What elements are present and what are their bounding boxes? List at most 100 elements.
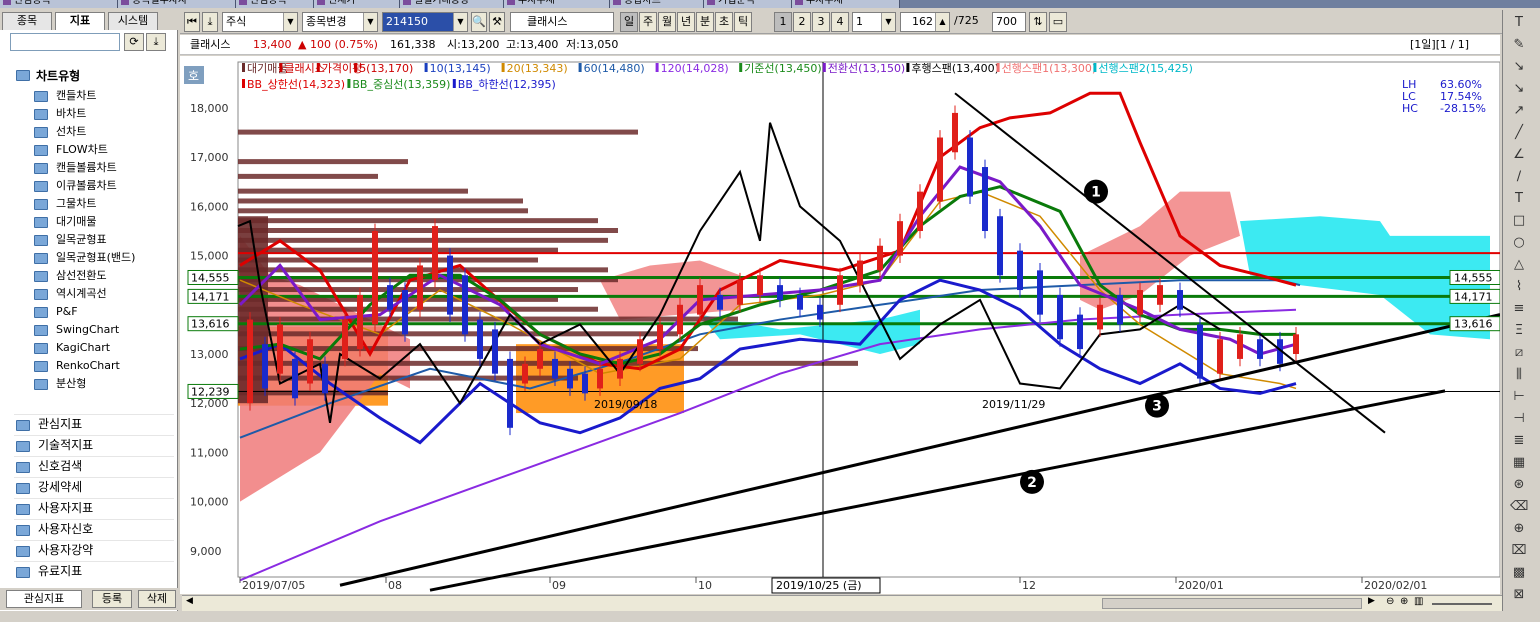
indicator-category[interactable]: 유료지표 [14, 561, 174, 580]
horizontal-scrollbar[interactable]: ◀ ▶ ⊖ ⊕ ▥ [182, 595, 1502, 611]
fibonacci-icon[interactable]: ⌇ [1510, 278, 1528, 296]
fan-icon[interactable]: ⊢ [1510, 388, 1528, 406]
search-icon[interactable]: 🔍 [471, 12, 487, 32]
chart-type-item[interactable]: SwingChart [34, 321, 119, 339]
indicator-category[interactable]: 사용자지표 [14, 498, 174, 517]
gann-icon[interactable]: Ξ [1510, 322, 1528, 340]
zoom-slider[interactable] [1432, 603, 1492, 605]
stock-code-input[interactable]: 214150 ▼ [382, 12, 468, 32]
line-icon[interactable]: ↗ [1510, 102, 1528, 120]
chart-type-item[interactable]: 삼선전환도 [34, 267, 107, 285]
triangle-icon[interactable]: △ [1510, 256, 1528, 274]
number-button[interactable]: 3 [812, 12, 830, 32]
window-tab[interactable]: 관심종목 [236, 0, 314, 8]
period-button[interactable]: 년 [677, 12, 695, 32]
zoom-in-icon[interactable]: ⊕ [1400, 596, 1408, 607]
market-select[interactable]: 주식 ▼ [222, 12, 298, 32]
ray-icon[interactable]: ∕ [1510, 168, 1528, 186]
window-tab[interactable]: 종합차트 [610, 0, 704, 8]
cross-icon[interactable]: ⌧ [1510, 542, 1528, 560]
chart-type-item[interactable]: 선차트 [34, 123, 86, 141]
chart-type-item[interactable]: P&F [34, 303, 78, 321]
chart-type-item[interactable]: 캔들차트 [34, 87, 96, 105]
eraser-icon[interactable]: ⌫ [1510, 498, 1528, 516]
indicator-category[interactable]: 관심지표 [14, 414, 174, 433]
delete-all-icon[interactable]: ⊠ [1510, 586, 1528, 604]
period-button[interactable]: 주 [639, 12, 657, 32]
indicator-category[interactable]: 기술적지표 [14, 435, 174, 454]
zoom-out-icon[interactable]: ⊖ [1386, 596, 1394, 607]
circle-icon[interactable]: ○ [1510, 234, 1528, 252]
price-chart[interactable]: 1 2 3 18,000 17,000 16,000 15,000 13,000 12,000 1… [180, 56, 1500, 594]
chart-type-item[interactable]: 이큐볼륨차트 [34, 177, 117, 195]
grid-icon[interactable]: ▦ [1510, 454, 1528, 472]
window-tab[interactable]: 투자주체 [792, 0, 900, 8]
indicator-category[interactable]: 강세약세 [14, 477, 174, 496]
window-tab[interactable]: 기업분석 [704, 0, 792, 8]
lock-icon[interactable]: ⇅ [1029, 12, 1047, 32]
favorite-indicator-tab[interactable]: 관심지표 [6, 590, 82, 608]
window-tab[interactable]: 현재가 [314, 0, 400, 8]
magnet-icon[interactable]: ⊕ [1510, 520, 1528, 538]
tab-stock[interactable]: 종목 [2, 12, 52, 30]
angle-icon[interactable]: ∠ [1510, 146, 1528, 164]
period-button[interactable]: 일 [620, 12, 638, 32]
arrow-icon[interactable]: ↘ [1510, 80, 1528, 98]
chart-type-item[interactable]: FLOW차트 [34, 141, 108, 159]
chart-type-item[interactable]: 일목균형표 [34, 231, 107, 249]
chart-type-item[interactable]: 일목균형표(밴드) [34, 249, 135, 267]
period-button[interactable]: 월 [658, 12, 676, 32]
delete-button[interactable]: 삭제 [138, 590, 176, 608]
chart-type-item[interactable]: 바차트 [34, 105, 86, 123]
period-button[interactable]: 분 [696, 12, 714, 32]
zoom-input[interactable]: 700 [992, 12, 1026, 32]
period-button[interactable]: 틱 [734, 12, 752, 32]
speedline-icon[interactable]: ≣ [1510, 432, 1528, 450]
number-button[interactable]: 2 [793, 12, 811, 32]
register-button[interactable]: 등록 [92, 590, 132, 608]
download-icon[interactable]: ⤓ [146, 33, 166, 51]
window-tab[interactable]: 종목별투자자 [118, 0, 236, 8]
number-button[interactable]: 1 [774, 12, 792, 32]
chart-type-item[interactable]: RenkoChart [34, 357, 120, 375]
parallel-icon[interactable]: ⫼ [1510, 366, 1528, 384]
chart-type-item[interactable]: 분산형 [34, 375, 86, 393]
tab-system[interactable]: 시스템 [108, 12, 158, 30]
trendline-icon[interactable]: ╱ [1510, 124, 1528, 142]
box-icon[interactable]: ⧄ [1510, 344, 1528, 362]
retrace-icon[interactable]: ⊣ [1510, 410, 1528, 428]
window-tab[interactable]: 관심종목 [0, 0, 118, 8]
chart-type-item[interactable]: 캔들볼륨차트 [34, 159, 117, 177]
pen-icon[interactable]: ✎ [1510, 36, 1528, 54]
indicator-search-input[interactable] [10, 33, 120, 51]
period-button[interactable]: 초 [715, 12, 733, 32]
indicator-category[interactable]: 사용자신호 [14, 519, 174, 538]
scroll-right-icon[interactable]: ▶ [1368, 596, 1375, 606]
stock-name-field[interactable]: 클래시스 [510, 12, 614, 32]
bars-icon[interactable]: ▥ [1414, 596, 1423, 607]
download-icon[interactable]: ⤓ [202, 12, 218, 32]
chart-type-item[interactable]: 역시계곡선 [34, 285, 107, 303]
scroll-left-icon[interactable]: ◀ [186, 596, 193, 606]
text-tool-icon[interactable]: T [1510, 14, 1528, 32]
rectangle-icon[interactable]: □ [1510, 212, 1528, 230]
scroll-thumb[interactable] [1102, 598, 1362, 609]
save-icon[interactable]: ▭ [1049, 12, 1067, 32]
window-tab[interactable]: 일별거래동향 [400, 0, 504, 8]
indicator-category[interactable]: 사용자강약 [14, 540, 174, 559]
interval-select[interactable]: 1 ▼ [852, 12, 896, 32]
first-icon[interactable]: ⏮ [184, 12, 200, 32]
cycle-icon[interactable]: ⊛ [1510, 476, 1528, 494]
wrench-icon[interactable]: ⚒ [489, 12, 505, 32]
chart-type-item[interactable]: 대기매물 [34, 213, 96, 231]
window-tab[interactable]: 투자주체 [504, 0, 610, 8]
label-icon[interactable]: T [1510, 190, 1528, 208]
tree-root-chart-types[interactable]: 차트유형 [16, 67, 176, 85]
cursor-icon[interactable]: ↘ [1510, 58, 1528, 76]
chart-type-item[interactable]: KagiChart [34, 339, 110, 357]
mode-select[interactable]: 종목변경 ▼ [302, 12, 378, 32]
count-input[interactable]: 162 ▲ [900, 12, 950, 32]
channel-icon[interactable]: ≡ [1510, 300, 1528, 318]
chart-canvas[interactable]: 12318,00017,00016,00015,00013,00012,0001… [180, 56, 1500, 594]
indicator-category[interactable]: 신호검색 [14, 456, 174, 475]
